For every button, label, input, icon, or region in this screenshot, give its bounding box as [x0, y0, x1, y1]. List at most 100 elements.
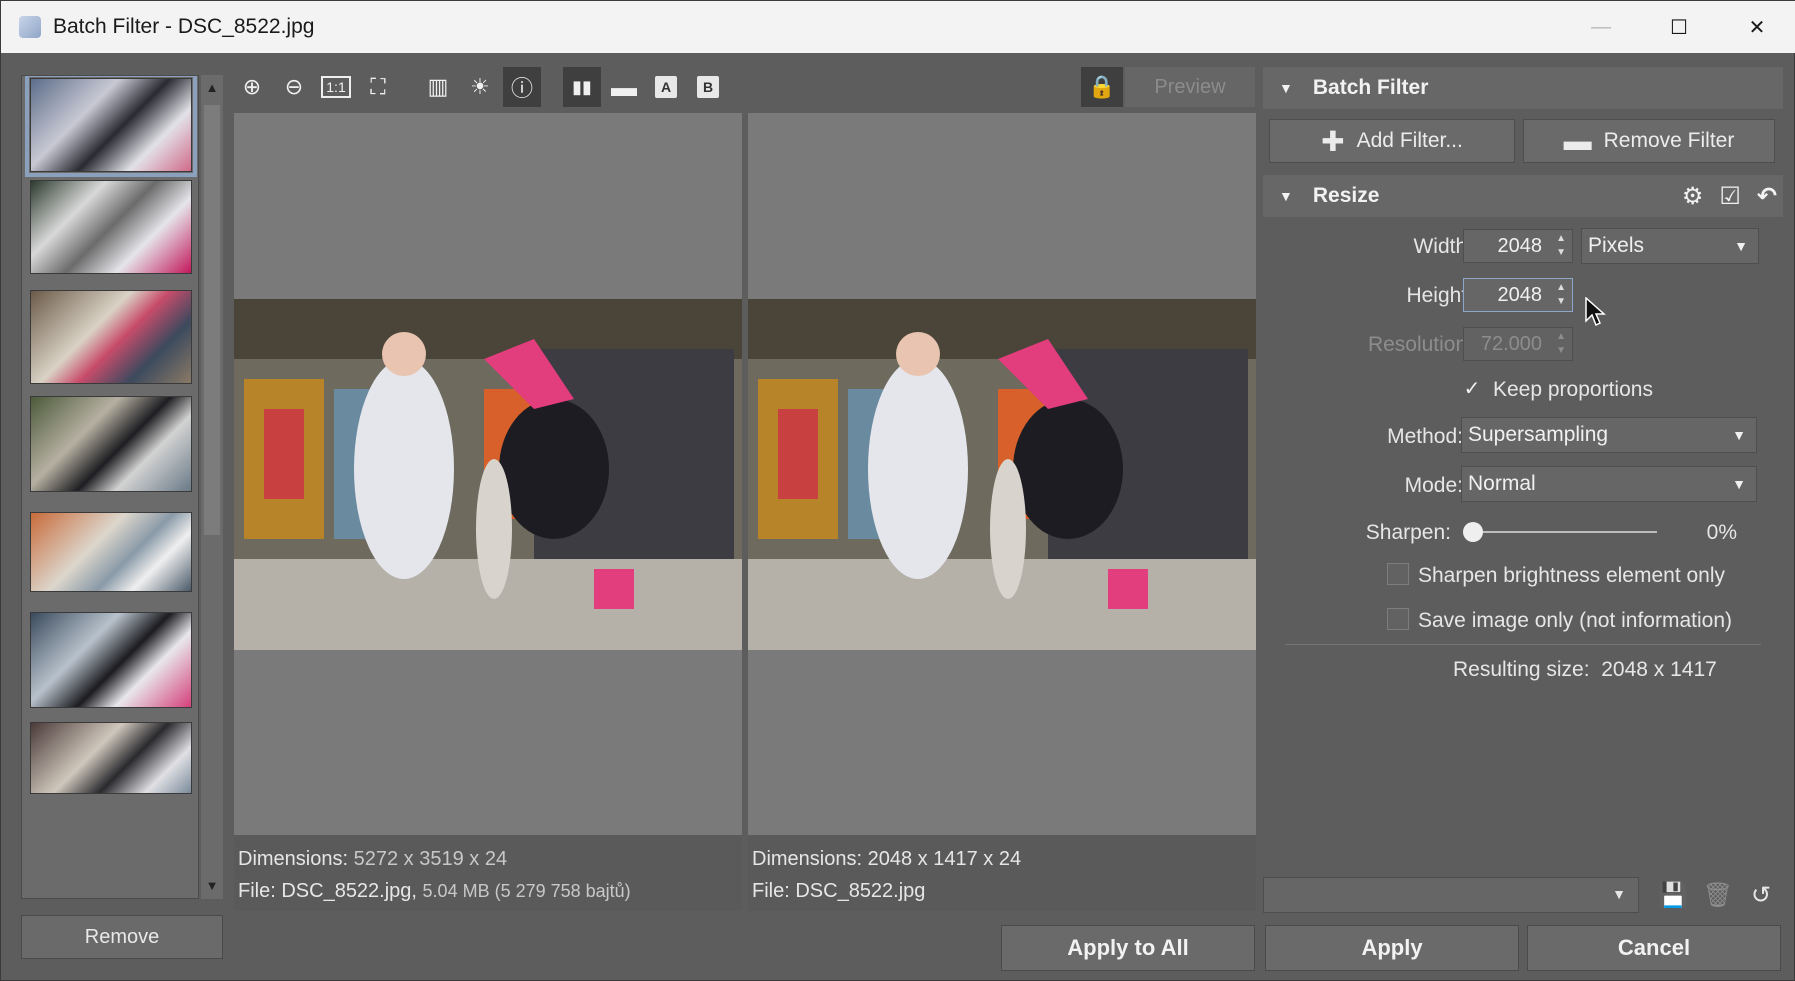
keep-proportions-checkbox[interactable]: ✓: [1461, 379, 1483, 401]
apply-to-all-button[interactable]: Apply to All: [1001, 925, 1255, 971]
sharpen-brightness-checkbox[interactable]: [1387, 563, 1409, 585]
remove-button[interactable]: Remove: [21, 915, 223, 959]
chevron-down-icon: ▼: [1734, 238, 1748, 254]
height-value: 2048: [1497, 284, 1543, 306]
window-title: Batch Filter - DSC_8522.jpg: [53, 15, 315, 38]
preview-button[interactable]: Preview: [1125, 67, 1255, 107]
lock-icon[interactable]: 🔒: [1081, 67, 1123, 107]
apply-button[interactable]: Apply: [1265, 925, 1519, 971]
chevron-down-icon: ▼: [1612, 886, 1626, 902]
trash-icon[interactable]: 🗑: [1700, 877, 1736, 913]
mouse-cursor-icon: [1585, 297, 1606, 327]
resize-title: Resize: [1312, 184, 1380, 207]
thumbnail-item[interactable]: [30, 722, 192, 794]
sharpen-slider-track[interactable]: [1473, 531, 1657, 533]
resize-header-icons: ⚙ ☑ ↶: [1682, 175, 1777, 217]
mode-value: Normal: [1468, 472, 1536, 495]
thumbnail-item[interactable]: [30, 512, 192, 592]
scrollbar-thumb[interactable]: [204, 105, 220, 535]
unit-select[interactable]: Pixels ▼: [1581, 228, 1759, 264]
plus-icon: ✚: [1321, 125, 1345, 157]
undo-icon[interactable]: ↶: [1757, 182, 1777, 211]
remove-filter-button[interactable]: ▬ Remove Filter: [1523, 119, 1775, 163]
info-icon[interactable]: ⓘ: [503, 67, 541, 107]
spinner-arrows-icon[interactable]: ▲ ▼: [1556, 232, 1566, 260]
save-icon[interactable]: 💾: [1655, 877, 1691, 913]
cancel-button[interactable]: Cancel: [1527, 925, 1781, 971]
width-input[interactable]: 2048 ▲ ▼: [1463, 229, 1573, 263]
thumbnail-item[interactable]: [30, 612, 192, 708]
mode-label: Mode:: [1404, 474, 1463, 497]
view-b-icon[interactable]: B: [689, 67, 727, 107]
histogram-icon[interactable]: ▥: [419, 67, 457, 107]
actual-size-label: 1:1: [321, 76, 351, 98]
collapse-triangle-icon[interactable]: ▼: [1279, 80, 1293, 96]
zoom-out-icon[interactable]: ⊖: [275, 67, 313, 107]
thumbnail-image: [31, 613, 191, 707]
thumbnail-image: [31, 181, 191, 273]
thumbnail-image: [31, 397, 191, 491]
sharpen-value: 0%: [1706, 521, 1737, 544]
result-photo: [748, 299, 1256, 650]
resulting-size-value: 2048 x 1417: [1601, 658, 1717, 681]
title-bar: Batch Filter - DSC_8522.jpg — ☐ ✕: [1, 1, 1795, 53]
result-photo-art: [748, 299, 1256, 650]
method-label: Method:: [1387, 425, 1463, 448]
gear-icon[interactable]: ⚙: [1682, 182, 1704, 211]
result-file-label: File: DSC_8522.jpg: [752, 880, 926, 902]
view-a-label: A: [655, 76, 677, 98]
thumbnail-item[interactable]: [30, 180, 192, 274]
resize-header[interactable]: ▼ Resize ⚙ ☑ ↶: [1263, 175, 1783, 217]
remove-filter-label: Remove Filter: [1603, 129, 1735, 152]
preset-select[interactable]: ▼: [1263, 877, 1639, 913]
split-vertical-icon[interactable]: ▮▮: [563, 67, 601, 107]
view-a-icon[interactable]: A: [647, 67, 685, 107]
method-select[interactable]: Supersampling ▼: [1461, 417, 1757, 453]
result-preview-panel[interactable]: Dimensions: 2048 x 1417 x 24 File: DSC_8…: [748, 113, 1256, 911]
scroll-down-icon[interactable]: ▼: [201, 875, 223, 897]
thumbnail-item[interactable]: [25, 76, 197, 177]
sharpen-slider-knob[interactable]: [1463, 522, 1483, 542]
chevron-down-icon: ▼: [1732, 427, 1746, 443]
maximize-button[interactable]: ☐: [1640, 1, 1718, 53]
thumbnail-image: [31, 513, 191, 591]
thumbnail-list: [21, 75, 199, 899]
result-dimensions-label: Dimensions:: [752, 848, 863, 870]
fit-to-window-icon[interactable]: ⛶: [359, 67, 397, 107]
preview-toolbar: ⊕ ⊖ 1:1 ⛶ ▥ ☀ ⓘ ▮▮ ▬ A B: [233, 65, 731, 109]
chevron-down-icon: ▼: [1732, 476, 1746, 492]
thumbnail-image: [31, 291, 191, 383]
close-button[interactable]: ✕: [1718, 1, 1795, 53]
height-input[interactable]: 2048 ▲ ▼: [1463, 278, 1573, 312]
save-image-only-checkbox[interactable]: [1387, 608, 1409, 630]
batch-filter-header[interactable]: ▼ Batch Filter: [1263, 67, 1783, 109]
original-preview-panel[interactable]: Dimensions: 5272 x 3519 x 24 File: DSC_8…: [234, 113, 742, 911]
thumbnail-scrollbar[interactable]: ▲ ▼: [201, 75, 223, 899]
scroll-up-icon[interactable]: ▲: [201, 77, 223, 99]
thumbnail-item[interactable]: [30, 396, 192, 492]
zoom-in-icon[interactable]: ⊕: [233, 67, 271, 107]
minimize-button[interactable]: —: [1562, 1, 1640, 53]
split-horizontal-icon[interactable]: ▬: [605, 67, 643, 107]
thumbnail-image: [31, 723, 191, 793]
unit-value: Pixels: [1588, 234, 1645, 257]
spinner-arrows-icon[interactable]: ▲ ▼: [1556, 281, 1566, 309]
actual-size-icon[interactable]: 1:1: [317, 67, 355, 107]
batch-filter-window: Batch Filter - DSC_8522.jpg — ☐ ✕ ▲ ▼ Re…: [0, 0, 1795, 981]
add-filter-label: Add Filter...: [1356, 129, 1463, 152]
exposure-icon[interactable]: ☀: [461, 67, 499, 107]
resulting-size-label: Resulting size:: [1453, 658, 1590, 681]
sharpen-brightness-label: Sharpen brightness element only: [1418, 564, 1726, 587]
spinner-arrows-icon: ▲ ▼: [1556, 331, 1566, 356]
original-dimensions-label: Dimensions:: [238, 848, 349, 870]
reset-icon[interactable]: ↺: [1743, 877, 1779, 913]
original-photo: [234, 299, 742, 650]
view-b-label: B: [697, 76, 719, 98]
checkmark-icon[interactable]: ☑: [1719, 182, 1741, 211]
minus-icon: ▬: [1563, 125, 1592, 156]
mode-select[interactable]: Normal ▼: [1461, 466, 1757, 502]
add-filter-button[interactable]: ✚ Add Filter...: [1269, 119, 1515, 163]
thumbnail-item[interactable]: [30, 290, 192, 384]
collapse-triangle-icon[interactable]: ▼: [1279, 188, 1293, 204]
batch-filter-title: Batch Filter: [1312, 76, 1429, 99]
